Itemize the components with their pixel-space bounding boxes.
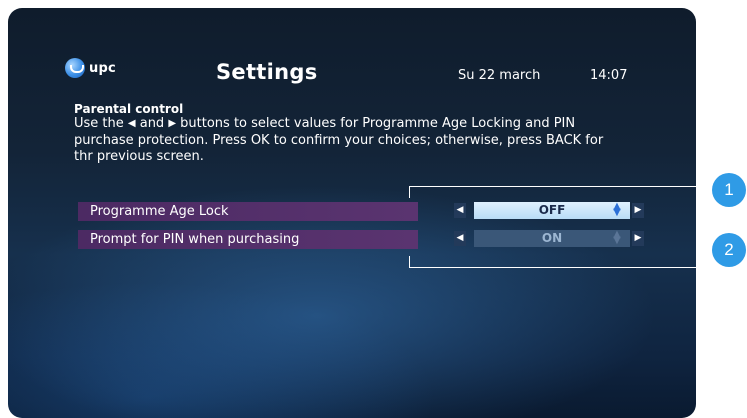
left-arrow-icon: ◀ <box>127 118 136 129</box>
right-arrow-icon: ▶ <box>168 118 177 129</box>
logo-text: upc <box>89 60 116 76</box>
upc-logo-icon <box>65 58 85 78</box>
section-title: Parental control <box>74 102 184 116</box>
upc-logo: upc <box>65 58 116 78</box>
right-arrow-icon[interactable]: ▶ <box>632 203 644 218</box>
page-title: Settings <box>216 60 318 84</box>
instructions-text: Use the ◀ and ▶ buttons to select values… <box>74 116 609 165</box>
pin-purchase-value-selector[interactable]: ON ▲ ▼ <box>474 230 630 247</box>
age-lock-value-selector[interactable]: OFF ▲ ▼ <box>474 202 630 219</box>
setting-row-programme-age-lock[interactable]: Programme Age Lock <box>78 202 418 221</box>
tv-screen: upc Settings Su 22 march 14:07 Parental … <box>8 8 696 418</box>
callout-badge-2: 2 <box>712 233 746 267</box>
callout-1-bracket-left <box>409 186 410 198</box>
callout-2-line <box>409 267 712 268</box>
left-arrow-icon[interactable]: ◀ <box>454 231 466 246</box>
setting-label: Programme Age Lock <box>90 204 229 219</box>
callout-1-line <box>409 186 712 187</box>
time-display: 14:07 <box>590 68 628 83</box>
instructions-part-1: Use the <box>74 116 128 131</box>
right-arrow-icon[interactable]: ▶ <box>632 231 644 246</box>
callout-badge-1: 1 <box>712 173 746 207</box>
updown-icon: ▲ ▼ <box>613 201 621 218</box>
setting-label: Prompt for PIN when purchasing <box>90 232 300 247</box>
date-display: Su 22 march <box>458 68 541 83</box>
updown-icon: ▲ ▼ <box>613 229 621 246</box>
setting-row-pin-purchase[interactable]: Prompt for PIN when purchasing <box>78 230 418 249</box>
instructions-part-2: and <box>135 116 169 131</box>
setting-value: OFF <box>538 203 566 217</box>
setting-value: ON <box>541 231 563 245</box>
left-arrow-icon[interactable]: ◀ <box>454 203 466 218</box>
